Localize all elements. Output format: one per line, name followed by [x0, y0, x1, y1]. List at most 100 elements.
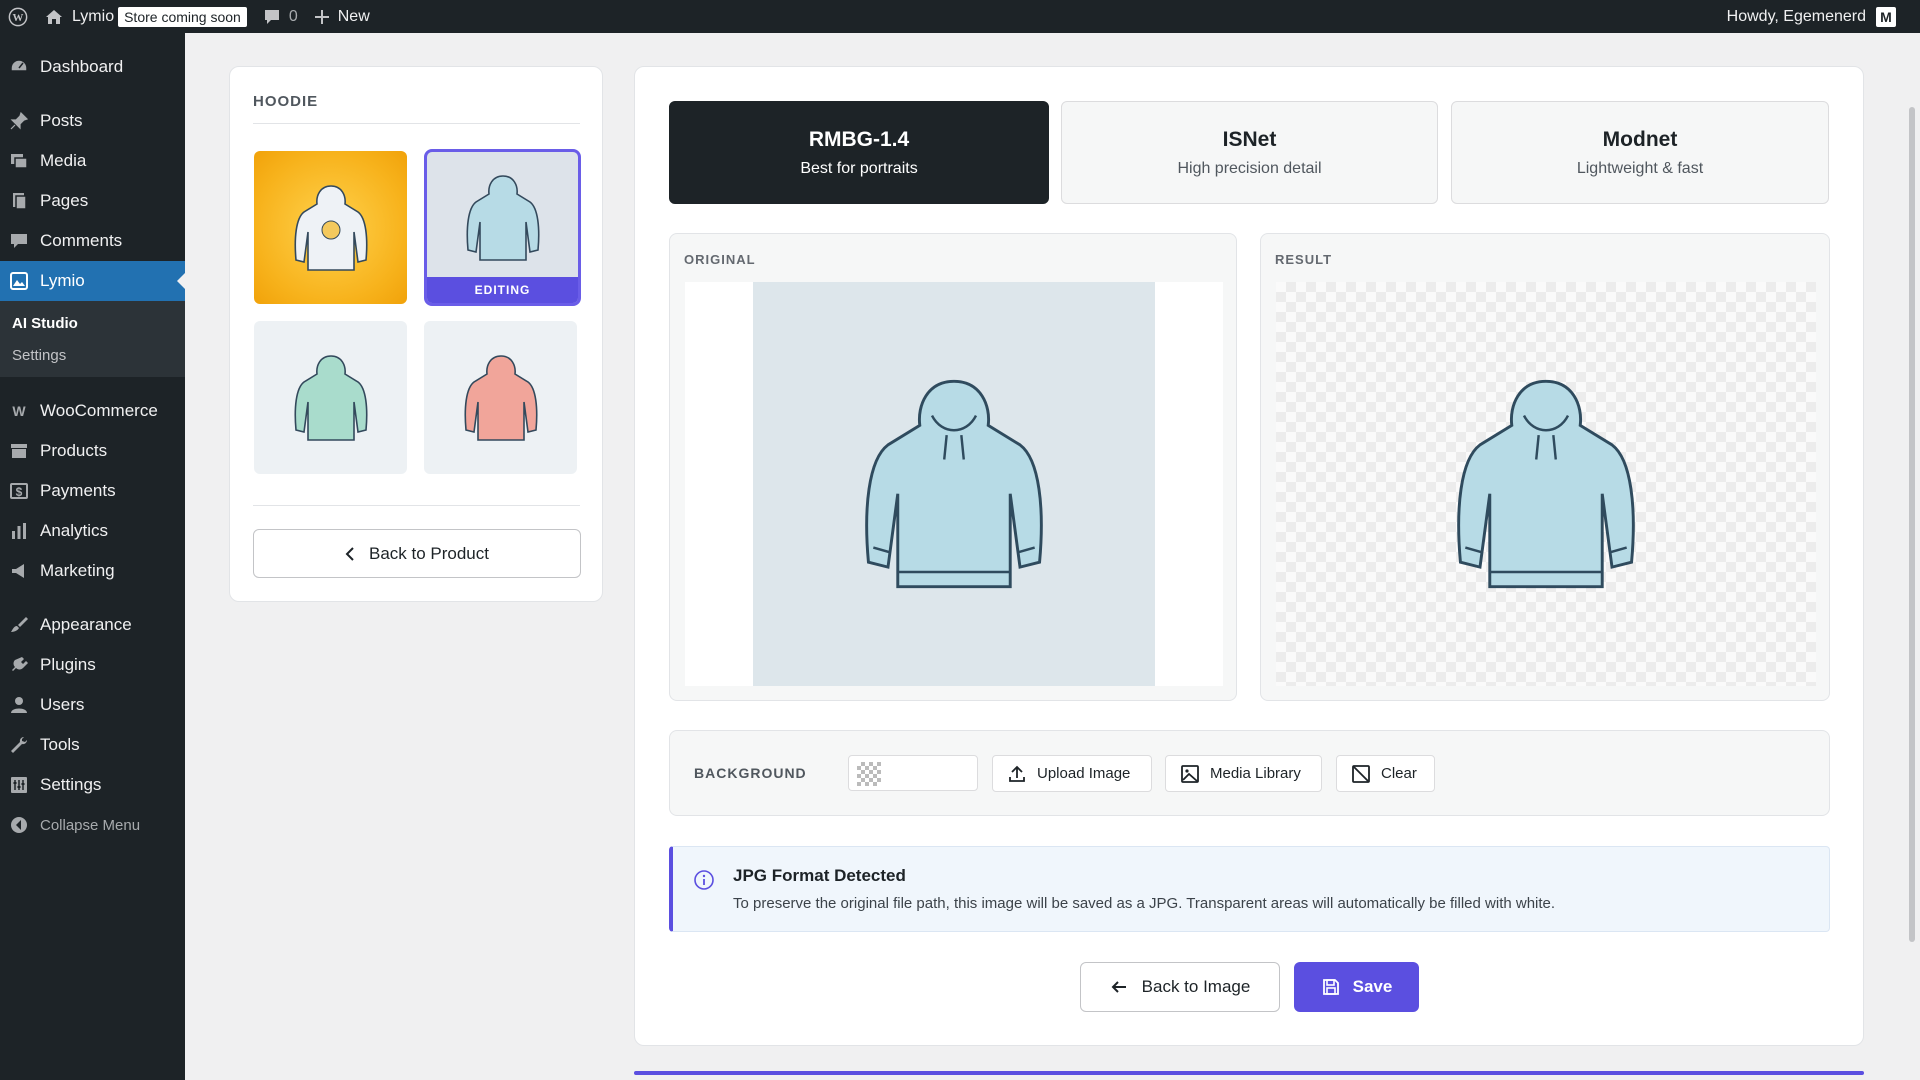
menu-posts[interactable]: Posts	[0, 101, 185, 141]
menu-analytics[interactable]: Analytics	[0, 511, 185, 551]
dashboard-icon	[8, 56, 30, 78]
notice-title: JPG Format Detected	[733, 866, 906, 885]
menu-comments[interactable]: Comments	[0, 221, 185, 261]
product-image-thumb[interactable]	[254, 321, 407, 474]
admin-bar: W Lymio Store coming soon 0 New Howdy, E…	[0, 0, 1920, 33]
save-icon	[1322, 979, 1339, 995]
result-label: RESULT	[1275, 252, 1333, 267]
original-preview-panel: ORIGINAL	[669, 233, 1237, 701]
menu-lymio[interactable]: Lymio	[0, 261, 185, 301]
original-image-canvas	[685, 282, 1223, 686]
back-to-image-button[interactable]: Back to Image	[1080, 962, 1280, 1012]
page-scrollbar[interactable]	[1904, 33, 1920, 1080]
paintbrush-icon	[8, 614, 30, 636]
media-library-label: Media Library	[1210, 765, 1301, 782]
media-library-button[interactable]: Media Library	[1165, 755, 1322, 792]
menu-plugins[interactable]: Plugins	[0, 645, 185, 685]
menu-label: Settings	[40, 775, 102, 794]
svg-text:$: $	[16, 485, 23, 499]
menu-label: Dashboard	[40, 57, 124, 76]
store-status-badge: Store coming soon	[118, 6, 247, 27]
model-option-isnet[interactable]: ISNet High precision detail	[1061, 101, 1438, 204]
product-image-thumb-selected[interactable]: EDITING	[424, 149, 581, 306]
menu-settings[interactable]: Settings	[0, 765, 185, 805]
home-icon	[46, 9, 62, 24]
model-subtitle: High precision detail	[1177, 159, 1322, 177]
menu-label: Media	[40, 151, 87, 170]
submenu-ai-studio[interactable]: AI Studio	[0, 307, 185, 339]
product-images-panel: HOODIE EDITING Back to Product	[229, 66, 603, 602]
model-title: Modnet	[1602, 127, 1678, 151]
save-button[interactable]: Save	[1294, 962, 1419, 1012]
info-icon	[694, 870, 714, 890]
new-content-link[interactable]: New	[306, 0, 378, 33]
comments-count: 0	[288, 7, 298, 25]
menu-label: Collapse Menu	[40, 816, 141, 834]
save-label: Save	[1352, 977, 1393, 996]
menu-media[interactable]: Media	[0, 141, 185, 181]
hoodie-image	[293, 354, 368, 441]
background-color-swatch[interactable]	[848, 755, 978, 791]
upload-image-button[interactable]: Upload Image	[992, 755, 1152, 792]
ai-studio-editor: RMBG-1.4 Best for portraits ISNet High p…	[634, 66, 1864, 1046]
new-label: New	[337, 7, 370, 25]
pin-icon	[8, 110, 30, 132]
hoodie-image	[465, 175, 540, 262]
plugin-icon	[8, 654, 30, 676]
menu-label: Lymio	[40, 271, 85, 290]
account-menu[interactable]: Howdy, Egemenerd M	[1727, 0, 1896, 33]
media-icon	[8, 150, 30, 172]
back-to-product-button[interactable]: Back to Product	[253, 529, 581, 578]
menu-label: Payments	[40, 481, 116, 500]
model-option-modnet[interactable]: Modnet Lightweight & fast	[1451, 101, 1829, 204]
bar-chart-icon	[8, 520, 30, 542]
menu-users[interactable]: Users	[0, 685, 185, 725]
site-name-link[interactable]: Lymio Store coming soon	[36, 0, 255, 33]
transparent-swatch-icon	[857, 762, 881, 786]
menu-label: Tools	[40, 735, 80, 754]
comments-icon	[8, 230, 30, 252]
plus-icon	[314, 9, 329, 24]
scrollbar-thumb[interactable]	[1909, 107, 1915, 942]
svg-text:W: W	[13, 12, 24, 24]
model-option-rmbg[interactable]: RMBG-1.4 Best for portraits	[669, 101, 1049, 204]
comments-link[interactable]: 0	[255, 0, 306, 33]
product-image-thumb[interactable]	[254, 151, 407, 304]
menu-tools[interactable]: Tools	[0, 725, 185, 765]
background-options-bar: BACKGROUND Upload Image Media Library Cl…	[669, 730, 1830, 816]
menu-dashboard[interactable]: Dashboard	[0, 47, 185, 87]
result-preview-panel: RESULT	[1260, 233, 1830, 701]
image-edit-icon	[8, 270, 30, 292]
progress-bar	[634, 1071, 1864, 1075]
admin-sidebar: Dashboard Posts Media Pages Comments Lym…	[0, 33, 185, 1080]
clear-label: Clear	[1381, 765, 1417, 782]
menu-pages[interactable]: Pages	[0, 181, 185, 221]
submenu-settings[interactable]: Settings	[0, 339, 185, 371]
collapse-menu-button[interactable]: Collapse Menu	[0, 805, 185, 845]
pages-icon	[8, 190, 30, 212]
megaphone-icon	[8, 560, 30, 582]
result-image-canvas	[1276, 282, 1816, 686]
divider	[253, 123, 580, 124]
clear-background-button[interactable]: Clear	[1336, 755, 1435, 792]
hoodie-image	[463, 354, 538, 441]
chevron-left-icon	[345, 546, 354, 561]
lymio-submenu: AI Studio Settings	[0, 301, 185, 377]
image-icon	[1181, 764, 1199, 783]
wordpress-logo-icon[interactable]: W	[0, 0, 36, 33]
menu-label: Users	[40, 695, 85, 714]
menu-payments[interactable]: $ Payments	[0, 471, 185, 511]
menu-woocommerce[interactable]: W WooCommerce	[0, 391, 185, 431]
model-subtitle: Lightweight & fast	[1576, 159, 1704, 177]
menu-appearance[interactable]: Appearance	[0, 605, 185, 645]
product-image-thumb[interactable]	[424, 321, 577, 474]
back-to-product-label: Back to Product	[368, 543, 489, 563]
hoodie-image	[865, 379, 1043, 589]
dollar-icon: $	[8, 480, 30, 502]
menu-label: Pages	[40, 191, 89, 210]
svg-text:W: W	[12, 403, 26, 419]
menu-label: Marketing	[40, 561, 115, 580]
woocommerce-icon: W	[8, 400, 30, 422]
menu-marketing[interactable]: Marketing	[0, 551, 185, 591]
menu-products[interactable]: Products	[0, 431, 185, 471]
